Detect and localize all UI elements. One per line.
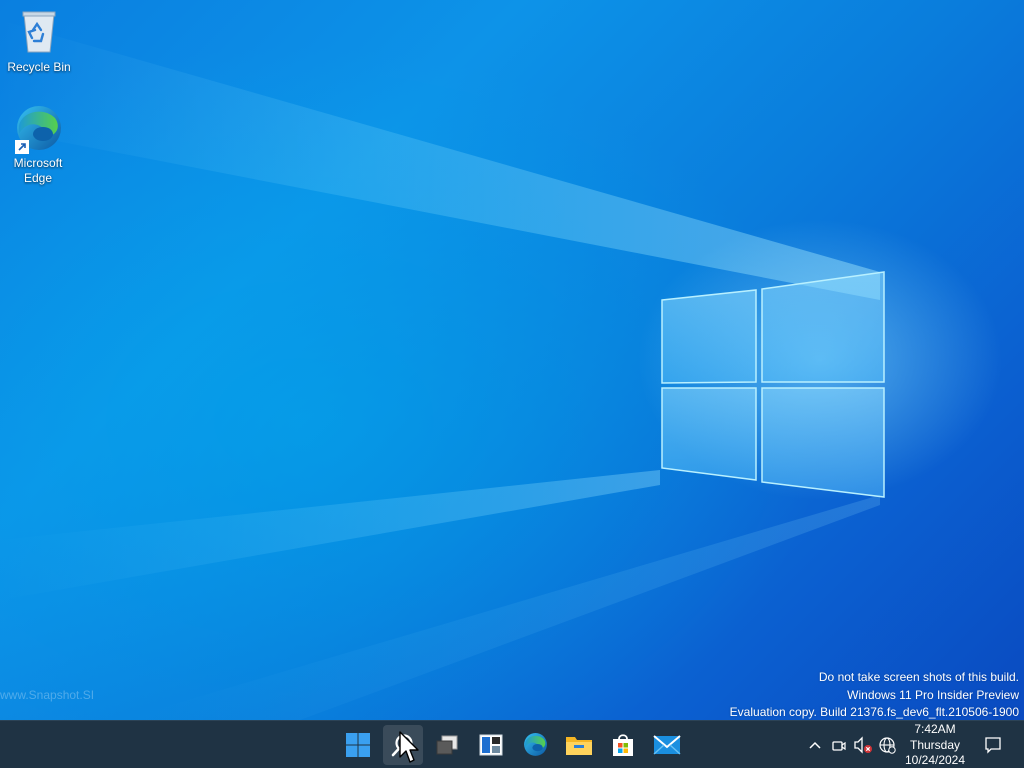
- notification-icon: [985, 737, 1001, 754]
- shortcut-arrow-icon: [15, 140, 29, 154]
- taskbar-edge-button[interactable]: [515, 725, 555, 765]
- mouse-cursor-icon: [399, 731, 419, 763]
- show-hidden-icons-button[interactable]: [804, 721, 826, 769]
- widgets-icon: [479, 734, 503, 756]
- meet-now-button[interactable]: [828, 721, 850, 769]
- chevron-up-icon: [809, 741, 821, 749]
- edge-icon: [13, 104, 63, 156]
- build-watermark: Do not take screen shots of this build. …: [730, 669, 1019, 720]
- store-icon: [613, 734, 633, 756]
- desktop-icon-recycle-bin[interactable]: Recycle Bin: [1, 8, 77, 75]
- edge-icon: [524, 733, 547, 756]
- clock-date-button[interactable]: 7:42AM Thursday 10/24/2024: [900, 722, 970, 769]
- windows-start-icon: [346, 733, 370, 757]
- microsoft-store-button[interactable]: [603, 725, 643, 765]
- notification-center-button[interactable]: [980, 721, 1006, 769]
- mail-icon: [653, 735, 681, 755]
- clock-time: 7:42AM: [914, 722, 956, 736]
- wallpaper-light-beams: [0, 20, 880, 720]
- taskbar: 7:42AM Thursday 10/24/2024: [0, 720, 1024, 768]
- wallpaper-windows-logo: [661, 271, 885, 498]
- meet-now-icon: [832, 741, 846, 751]
- widgets-button[interactable]: [471, 725, 511, 765]
- network-button[interactable]: [876, 721, 898, 769]
- clock-day: Thursday: [909, 737, 961, 752]
- desktop[interactable]: Recycle Bin Microsoft Edge www.Snapshot.…: [0, 0, 1024, 720]
- clock-date: 10/24/2024: [904, 753, 966, 767]
- watermark-line-2: Windows 11 Pro Insider Preview: [847, 687, 1019, 702]
- volume-muted-icon: [854, 736, 872, 754]
- faint-watermark-text: www.Snapshot.SI: [0, 688, 95, 702]
- folder-icon: [566, 737, 592, 755]
- watermark-line-1: Do not take screen shots of this build.: [818, 670, 1019, 684]
- mail-button[interactable]: [647, 725, 687, 765]
- desktop-icon-microsoft-edge[interactable]: Microsoft Edge: [0, 104, 76, 186]
- network-globe-icon: [879, 737, 896, 754]
- watermark-line-3: Evaluation copy. Build 21376.fs_dev6_flt…: [729, 705, 1019, 719]
- task-view-button[interactable]: [427, 725, 467, 765]
- recycle-bin-icon: [1, 8, 77, 58]
- start-button[interactable]: [338, 725, 378, 765]
- desktop-icon-label: Microsoft Edge: [13, 156, 63, 185]
- file-explorer-button[interactable]: [559, 725, 599, 765]
- task-view-icon: [436, 735, 458, 755]
- desktop-icon-label: Recycle Bin: [7, 60, 71, 74]
- volume-button[interactable]: [851, 721, 875, 769]
